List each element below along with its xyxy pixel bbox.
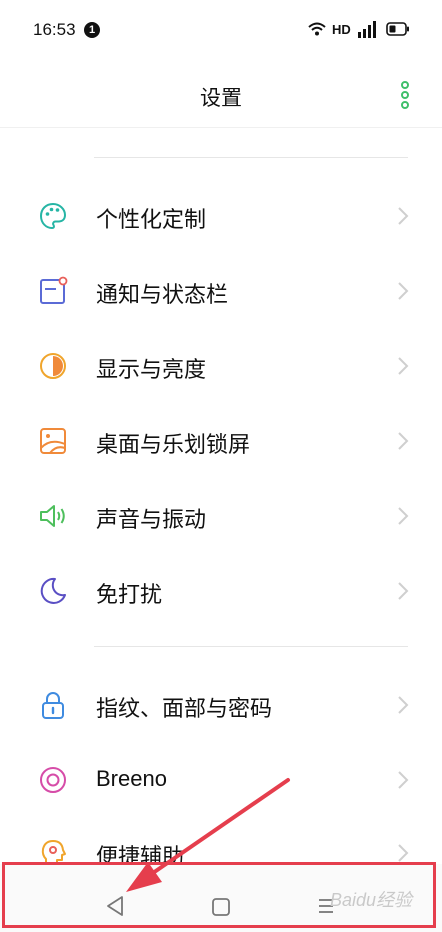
setting-label: 显示与亮度 [96, 357, 207, 382]
chevron-right-icon [398, 207, 409, 225]
setting-row-security[interactable]: 指纹、面部与密码 [0, 668, 442, 742]
status-bar: 16:53 1 HD [0, 0, 442, 62]
chevron-right-icon [398, 844, 409, 862]
page-title: 设置 [200, 87, 242, 110]
chevron-right-icon [398, 507, 409, 525]
section-divider [94, 157, 408, 158]
setting-label: 免打扰 [96, 582, 163, 607]
notification-icon [40, 276, 68, 304]
battery-icon [386, 22, 409, 36]
chevron-right-icon [398, 432, 409, 450]
title-divider [0, 127, 442, 128]
setting-row-personalization[interactable]: 个性化定制 [0, 179, 442, 253]
chevron-right-icon [398, 696, 409, 714]
setting-row-do-not-disturb[interactable]: 免打扰 [0, 554, 442, 628]
setting-label: 声音与振动 [96, 507, 207, 532]
setting-row-wallpaper[interactable]: 桌面与乐划锁屏 [0, 404, 442, 478]
moon-icon [40, 577, 66, 604]
watermark: Baidu经验 [330, 890, 413, 910]
setting-label: 指纹、面部与密码 [96, 696, 273, 721]
setting-row-breeno[interactable]: Breeno [0, 743, 442, 817]
wifi-icon [308, 22, 326, 36]
breeno-icon [40, 767, 66, 793]
wallpaper-icon [40, 428, 66, 454]
section-divider [94, 646, 408, 647]
setting-label: 桌面与乐划锁屏 [96, 432, 251, 457]
network-label: HD [332, 22, 351, 37]
more-options-icon[interactable] [396, 80, 414, 110]
signal-icon [358, 21, 376, 38]
setting-label: Breeno [96, 766, 167, 791]
setting-row-sound[interactable]: 声音与振动 [0, 479, 442, 553]
setting-row-display[interactable]: 显示与亮度 [0, 329, 442, 403]
setting-label: 通知与状态栏 [96, 282, 229, 307]
status-time: 16:53 [33, 20, 76, 39]
chevron-right-icon [398, 357, 409, 375]
notification-badge: 1 [84, 22, 100, 38]
chevron-right-icon [398, 771, 409, 789]
palette-icon [39, 202, 67, 230]
chevron-right-icon [398, 582, 409, 600]
brightness-icon [40, 353, 66, 379]
lock-icon [42, 692, 64, 719]
speaker-icon [40, 505, 65, 527]
chevron-right-icon [398, 282, 409, 300]
setting-label: 个性化定制 [96, 207, 207, 232]
setting-row-notifications[interactable]: 通知与状态栏 [0, 254, 442, 328]
title-bar: 设置 [0, 62, 442, 126]
